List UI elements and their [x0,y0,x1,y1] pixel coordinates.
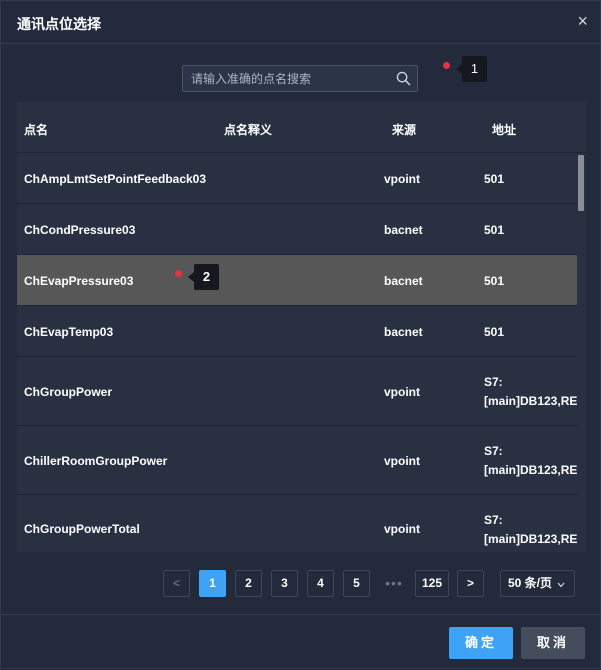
cell-source: vpoint [384,385,420,399]
cell-source: vpoint [384,522,420,536]
points-table: 点名 点名释义 来源 地址 ChAmpLmtSetPointFeedback03… [17,102,586,552]
page-button-1[interactable]: 1 [199,570,226,597]
cell-address: 501 [484,223,505,237]
table-scrollbar[interactable] [577,153,586,552]
annotation-badge: 1 [456,56,487,82]
table-header: 点名 点名释义 来源 地址 [17,102,586,153]
cell-name: ChAmpLmtSetPointFeedback03 [24,172,207,186]
page-button-4[interactable]: 4 [307,570,334,597]
column-header-source: 来源 [392,123,417,137]
annotation-marker-dot [175,270,182,277]
cell-source: bacnet [384,223,423,237]
cell-address: 501 [484,325,505,339]
annotation-badge: 2 [188,264,219,290]
page-size-label: 50 条/页 [508,576,553,590]
table-row[interactable]: ChCondPressure03 bacnet 501 [17,204,577,255]
cancel-button[interactable]: 取消 [521,627,585,659]
cell-name: ChEvapPressure03 [24,274,134,288]
cell-source: bacnet [384,325,423,339]
search-icon[interactable] [396,71,411,86]
table-row[interactable]: ChillerRoomGroupPower vpoint S7:[main]DB… [17,426,586,495]
page-button-2[interactable]: 2 [235,570,262,597]
dialog-footer: 确定 取消 [1,614,601,670]
cell-address: 501 [484,274,505,288]
dialog-title: 通讯点位选择 [17,16,101,32]
cell-source: vpoint [384,454,420,468]
cell-address: S7:[main]DB123,REAL116 [484,513,586,546]
table-body: ChAmpLmtSetPointFeedback03 vpoint 501 Ch… [17,153,586,552]
cell-name: ChGroupPower [24,385,113,399]
scrollbar-thumb[interactable] [578,155,584,211]
close-icon[interactable]: × [577,10,588,32]
page-size-select[interactable]: 50 条/页 [500,570,575,597]
point-selection-dialog: 通讯点位选择 × 1 点名 点名释义 来源 地址 ChAmpLmtSetPoin… [0,0,601,669]
chevron-down-icon [557,582,565,588]
next-page-button[interactable]: > [457,570,484,597]
page-button-3[interactable]: 3 [271,570,298,597]
search-box [182,65,418,92]
column-header-address: 地址 [492,123,517,137]
cell-name: ChillerRoomGroupPower [24,454,168,468]
cell-address: S7:[main]DB123,REAL96 [484,375,586,408]
pagination-ellipsis[interactable]: ••• [384,570,404,596]
prev-page-button[interactable]: < [163,570,190,597]
cell-name: ChEvapTemp03 [24,325,114,339]
cell-address: 501 [484,172,505,186]
cell-name: ChGroupPowerTotal [24,522,140,536]
cell-source: vpoint [384,172,420,186]
column-header-desc: 点名释义 [224,123,273,137]
table-row[interactable]: ChEvapTemp03 bacnet 501 [17,306,577,357]
cell-address: S7:[main]DB123,REAL112 [484,444,586,477]
page-button-5[interactable]: 5 [343,570,370,597]
search-input[interactable] [183,66,388,91]
table-row[interactable]: ChAmpLmtSetPointFeedback03 vpoint 501 [17,153,577,204]
page-button-last[interactable]: 125 [415,570,449,597]
ok-button[interactable]: 确定 [449,627,513,659]
annotation-marker-dot [443,62,450,69]
dialog-header: 通讯点位选择 × [1,1,601,44]
pagination: < 1 2 3 4 5 ••• 125 > 50 条/页 [1,570,601,598]
table-row[interactable]: ChGroupPower vpoint S7:[main]DB123,REAL9… [17,357,586,426]
cell-source: bacnet [384,274,423,288]
table-row[interactable]: ChGroupPowerTotal vpoint S7:[main]DB123,… [17,495,586,552]
table-row-selected[interactable]: ChEvapPressure03 bacnet 501 2 [17,255,577,306]
column-header-name: 点名 [24,123,49,137]
cell-name: ChCondPressure03 [24,223,136,237]
